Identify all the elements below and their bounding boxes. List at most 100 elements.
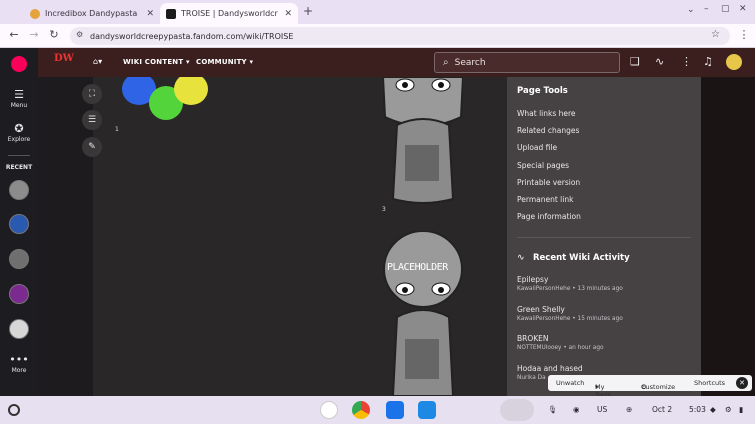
minimize-icon[interactable]: – [704,4,709,14]
recent-wiki-avatar[interactable] [9,319,29,339]
holding-space-thumbnail[interactable] [500,399,534,421]
activity-item-meta: Nurika Da [517,375,546,381]
activity-icon: ∿ [517,253,525,263]
more-button[interactable]: ••• More [0,353,38,374]
forward-icon[interactable]: → [26,28,42,41]
table-of-contents-button[interactable]: ☰ [82,110,102,130]
wiki-home-dropdown[interactable]: ⌂▾ [93,57,102,66]
activity-item-title[interactable]: BROKEN [517,334,549,343]
character-image [383,77,463,204]
chrome-menu-icon[interactable]: ⋮ [736,28,752,41]
url-text: dandysworldcreepypasta.fandom.com/wiki/T… [90,31,294,41]
gallery-caption: 3 [382,206,386,213]
page-tools-link[interactable]: Related changes [517,126,579,135]
explore-label: Explore [7,136,31,143]
user-avatar[interactable] [726,54,742,70]
new-tab-button[interactable]: + [303,4,313,18]
explore-button[interactable]: ✪ Explore [0,122,38,143]
recent-wiki-avatar[interactable] [9,214,29,234]
site-info-icon[interactable]: ⚙ [76,30,83,39]
close-tab-icon[interactable]: ✕ [146,9,154,19]
activity-icon[interactable]: ∿ [655,55,664,68]
reload-icon[interactable]: ↻ [46,28,62,41]
search-input[interactable]: ⌕ Search [434,52,620,73]
close-toolbar-icon[interactable]: ✕ [736,377,748,389]
character-blobs-image [122,77,208,120]
tab-search-icon[interactable]: ⌄ [687,5,695,15]
wiki-content-dropdown[interactable]: WIKI CONTENT ▾ [123,58,190,66]
community-dropdown[interactable]: COMMUNITY ▾ [196,58,253,66]
customize-label: Customize [641,383,676,391]
battery-icon[interactable]: ▮ [739,405,743,414]
browser-tab-strip: Incredibox Dandypasta V1 REM ✕ TROISE | … [0,0,755,24]
gallery-caption: 1 [115,126,119,133]
right-rail: Page Tools What links here Related chang… [507,77,701,396]
wiki-logo[interactable]: DW [54,53,74,64]
character-image [383,231,463,396]
article-body: 1 3 PLACEHOLDER [93,77,507,396]
gmail-icon[interactable] [320,401,338,419]
more-label: More [11,367,27,374]
add-icon[interactable]: ⊕ [626,405,632,414]
activity-item-title[interactable]: Epilepsy [517,275,548,284]
unwatch-button[interactable]: Unwatch [556,379,584,387]
browser-tab-troise[interactable]: TROISE | Dandysworldcreepypa ✕ [160,3,298,24]
page-background-art [701,77,755,396]
settings-icon[interactable]: ⚙ [725,405,732,414]
microphone-icon[interactable]: 🎙 [548,405,558,414]
page-tools-link[interactable]: Special pages [517,161,569,170]
compass-icon: ✪ [14,122,24,135]
shortcuts-button[interactable]: Shortcuts [694,379,725,387]
fullscreen-button[interactable]: ⛶ [82,84,102,104]
edit-button[interactable]: ✎ [82,137,102,157]
os-shelf: 🎙 ◉ US ⊕ Oct 2 5:03 ◆ ⚙ ▮ [0,396,755,424]
maximize-icon[interactable]: ▢ [721,4,730,14]
page-tools-link[interactable]: What links here [517,109,576,118]
recent-wiki-avatar[interactable] [9,284,29,304]
bookmark-star-icon[interactable]: ☆ [711,29,720,40]
wiki-content-label: WIKI CONTENT [123,58,184,66]
date-label[interactable]: Oct 2 [652,405,672,414]
recent-wiki-avatar[interactable] [9,180,29,200]
activity-item-meta: NOTTEMUlooey • an hour ago [517,345,604,351]
locale-indicator[interactable]: US [597,405,607,414]
pencil-icon: ✎ [88,142,96,152]
page-tools-link[interactable]: Permanent link [517,195,573,204]
close-tab-icon[interactable]: ✕ [284,9,292,19]
fandom-global-nav: ☰ Menu ✪ Explore RECENT ••• More [0,48,38,396]
activity-item-title[interactable]: Hodaa and hased [517,364,583,373]
time-label[interactable]: 5:03 [689,405,706,414]
page-tools-heading: Page Tools [517,86,568,96]
fandom-toolbar: Unwatch ▾ My Tools ⚙ Customize Shortcuts… [548,375,752,399]
fandom-logo-icon[interactable] [11,56,27,72]
more-dots-icon: ••• [9,353,29,366]
launcher-icon[interactable] [8,404,20,416]
back-icon[interactable]: ← [6,28,22,41]
more-options-icon[interactable]: ⋮ [681,55,692,68]
hamburger-icon: ☰ [14,88,24,101]
page-tools-link[interactable]: Upload file [517,143,557,152]
close-window-icon[interactable]: ✕ [739,4,747,14]
tab-title: TROISE | Dandysworldcreepypa [181,9,278,18]
expand-icon: ⛶ [88,89,96,99]
rail-divider [8,155,30,156]
files-icon[interactable] [418,401,436,419]
screen-capture-icon[interactable]: ◉ [573,405,580,414]
notifications-bell-icon[interactable]: ♫ [703,55,713,68]
chrome-icon[interactable] [352,401,370,419]
tab-favicon-icon [30,8,40,19]
browser-tab-incredibox[interactable]: Incredibox Dandypasta V1 REM ✕ [24,3,160,24]
placeholder-label: PLACEHOLDER [387,262,448,273]
address-bar[interactable]: ⚙ dandysworldcreepypasta.fandom.com/wiki… [70,27,730,45]
search-placeholder: Search [454,57,486,68]
menu-button[interactable]: ☰ Menu [0,88,38,109]
recent-wiki-avatar[interactable] [9,249,29,269]
discussions-icon[interactable]: ❑ [630,55,640,68]
calendar-icon[interactable] [386,401,404,419]
activity-item-title[interactable]: Green Shelly [517,305,565,314]
recent-activity-heading: Recent Wiki Activity [533,253,630,263]
page-tools-link[interactable]: Printable version [517,178,580,187]
wifi-icon[interactable]: ◆ [710,405,716,414]
browser-toolbar: ← → ↻ ⚙ dandysworldcreepypasta.fandom.co… [0,24,755,48]
page-tools-link[interactable]: Page information [517,212,581,221]
